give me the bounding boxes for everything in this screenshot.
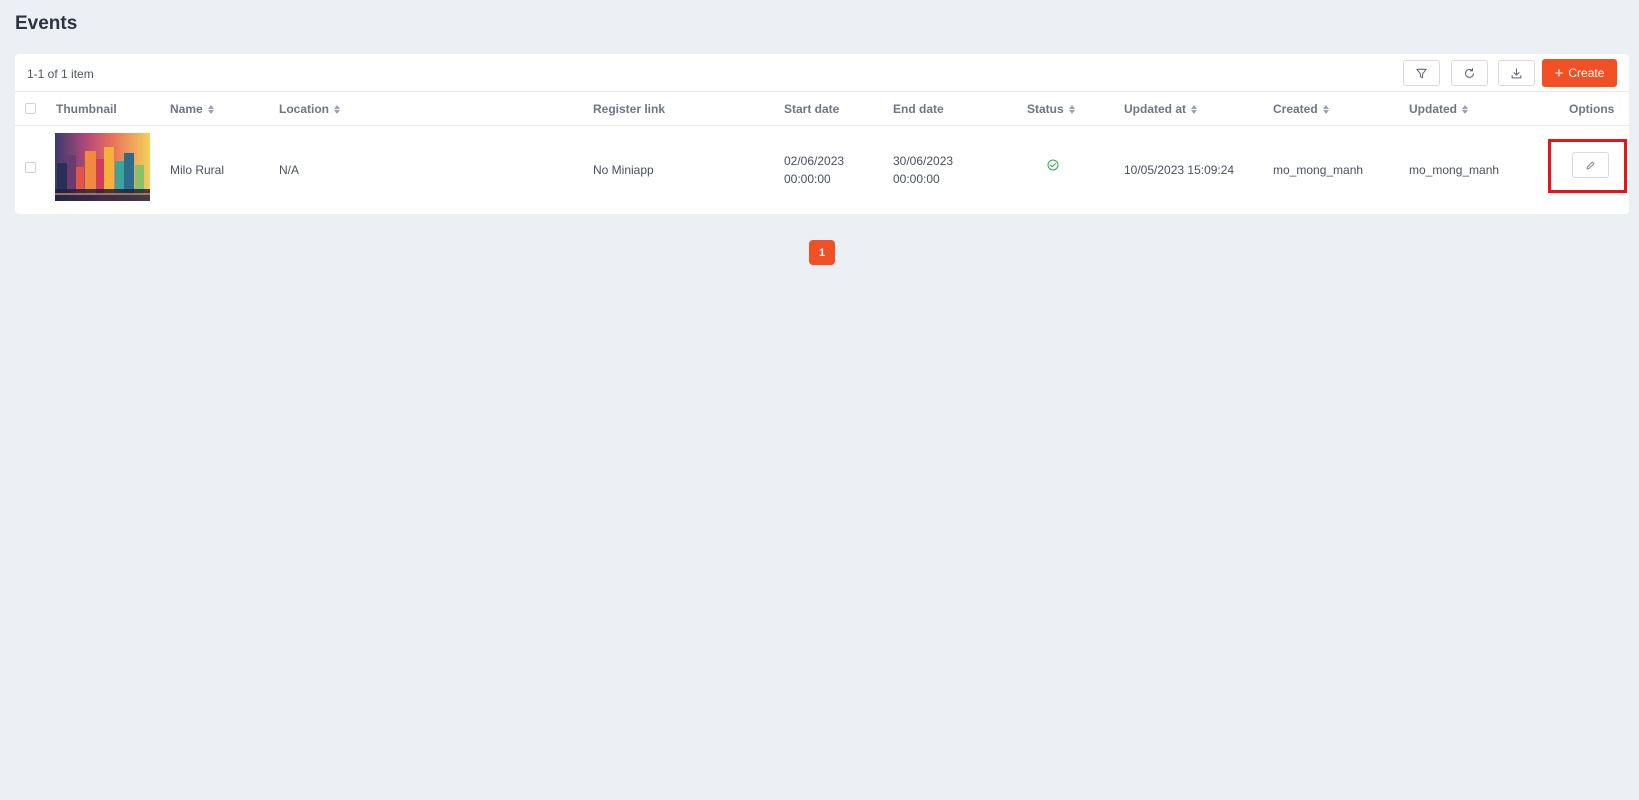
- plus-icon: +: [1554, 64, 1564, 82]
- sort-icon[interactable]: [207, 104, 214, 114]
- column-options: Options: [1569, 102, 1615, 116]
- event-end-date: 30/06/2023 00:00:00: [893, 152, 953, 188]
- row-checkbox[interactable]: [25, 162, 36, 173]
- column-start-date: Start date: [784, 102, 840, 116]
- column-register-link: Register link: [593, 102, 666, 116]
- column-status[interactable]: Status: [1027, 102, 1075, 116]
- sort-icon[interactable]: [1322, 104, 1329, 114]
- filter-button[interactable]: [1403, 60, 1440, 86]
- pencil-icon: [1586, 161, 1595, 169]
- column-end-date: End date: [893, 102, 944, 116]
- column-created[interactable]: Created: [1273, 102, 1329, 116]
- create-button-label: Create: [1568, 66, 1605, 80]
- table-toolbar: 1-1 of 1 item + Create: [15, 54, 1629, 92]
- event-register-link: No Miniapp: [593, 163, 654, 177]
- event-updated-at: 10/05/2023 15:09:24: [1124, 163, 1235, 177]
- event-thumbnail: [55, 133, 150, 201]
- start-date-value: 02/06/2023: [784, 154, 845, 168]
- page-title: Events: [15, 13, 78, 34]
- sort-icon[interactable]: [1462, 104, 1468, 114]
- event-location: N/A: [279, 163, 300, 177]
- column-thumbnail: Thumbnail: [56, 102, 117, 116]
- item-count: 1-1 of 1 item: [27, 67, 94, 81]
- table-row[interactable]: Milo Rural N/A No Miniapp 02/06/2023 00:…: [15, 126, 1629, 214]
- filter-icon: [1416, 68, 1427, 78]
- download-button[interactable]: [1498, 60, 1535, 86]
- sort-icon[interactable]: [334, 104, 340, 114]
- edit-button[interactable]: [1572, 152, 1609, 178]
- column-updated[interactable]: Updated: [1409, 102, 1468, 116]
- create-button[interactable]: + Create: [1542, 59, 1617, 87]
- event-created-by: mo_mong_manh: [1273, 163, 1364, 177]
- sort-icon[interactable]: [1068, 104, 1075, 114]
- refresh-button[interactable]: [1451, 60, 1488, 86]
- refresh-icon: [1465, 67, 1475, 78]
- column-location[interactable]: Location: [279, 102, 340, 116]
- column-updated-at[interactable]: Updated at: [1124, 102, 1198, 116]
- event-start-date: 02/06/2023 00:00:00: [784, 152, 844, 188]
- events-table-card: 1-1 of 1 item + Create Thumbnail Name Lo…: [15, 54, 1629, 214]
- pagination-page-1[interactable]: 1: [809, 240, 835, 265]
- download-icon: [1511, 67, 1522, 78]
- start-time-value: 00:00:00: [784, 172, 831, 186]
- sort-icon[interactable]: [1191, 104, 1198, 114]
- event-name: Milo Rural: [170, 163, 225, 177]
- event-updated-by: mo_mong_manh: [1409, 163, 1500, 177]
- select-all-checkbox[interactable]: [25, 103, 36, 114]
- end-date-value: 30/06/2023: [893, 154, 954, 168]
- column-name[interactable]: Name: [170, 102, 214, 116]
- check-circle-icon: [1047, 159, 1059, 171]
- table-header: Thumbnail Name Location Register link St…: [15, 92, 1629, 126]
- end-time-value: 00:00:00: [893, 172, 940, 186]
